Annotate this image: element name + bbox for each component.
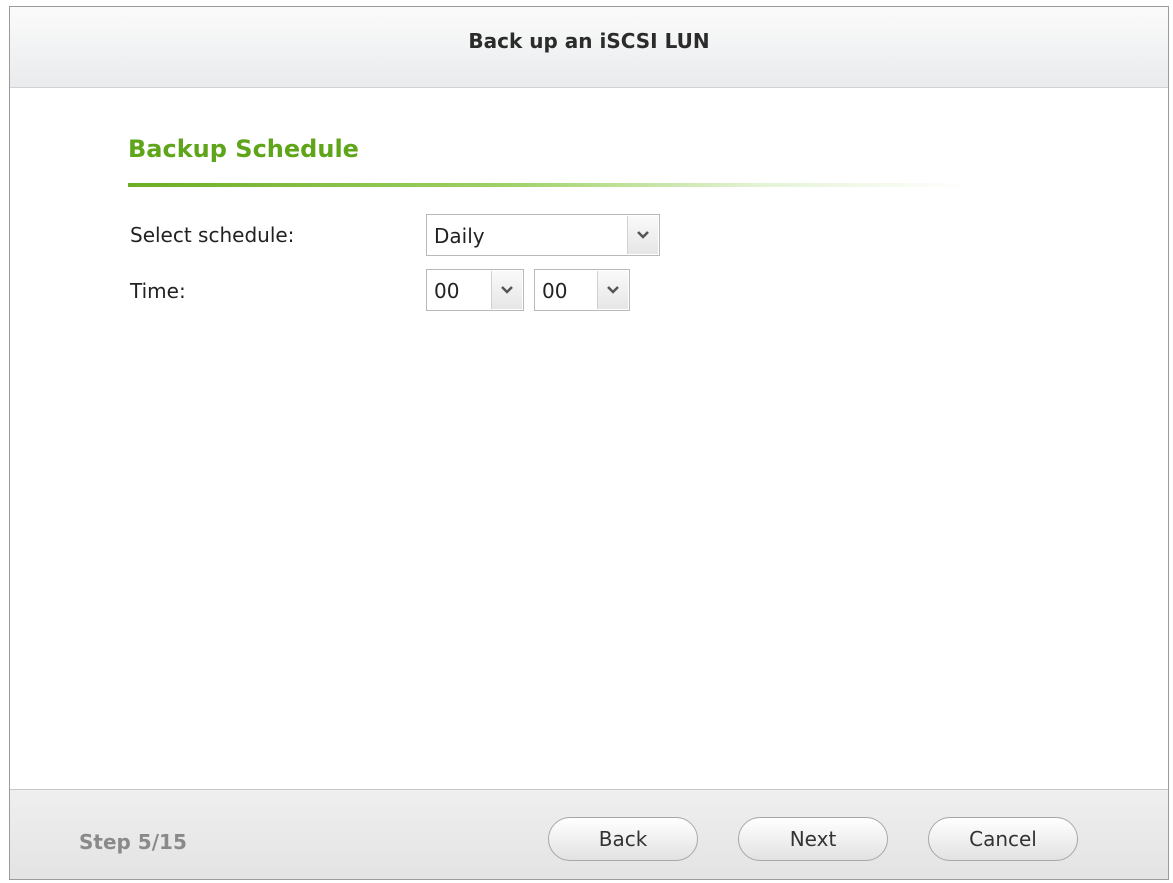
dialog-title: Back up an iSCSI LUN — [468, 29, 710, 53]
time-label: Time: — [130, 279, 186, 303]
cancel-button[interactable]: Cancel — [928, 817, 1078, 861]
chevron-down-icon[interactable] — [597, 271, 628, 309]
dialog-window: Back up an iSCSI LUN Backup Schedule Sel… — [9, 6, 1169, 880]
minute-select[interactable]: 00 — [534, 269, 630, 311]
next-button[interactable]: Next — [738, 817, 888, 861]
step-indicator: Step 5/15 — [79, 830, 187, 854]
dialog-titlebar: Back up an iSCSI LUN — [10, 7, 1168, 88]
minute-select-value: 00 — [542, 279, 568, 303]
schedule-select[interactable]: Daily — [426, 214, 660, 256]
schedule-select-value: Daily — [434, 224, 485, 248]
section-divider — [128, 183, 970, 187]
chevron-down-icon[interactable] — [627, 216, 658, 254]
section-title: Backup Schedule — [128, 135, 359, 163]
dialog-footer: Step 5/15 Back Next Cancel — [10, 789, 1168, 879]
back-button[interactable]: Back — [548, 817, 698, 861]
schedule-label: Select schedule: — [130, 223, 295, 247]
hour-select[interactable]: 00 — [426, 269, 524, 311]
hour-select-value: 00 — [434, 279, 460, 303]
chevron-down-icon[interactable] — [491, 271, 522, 309]
